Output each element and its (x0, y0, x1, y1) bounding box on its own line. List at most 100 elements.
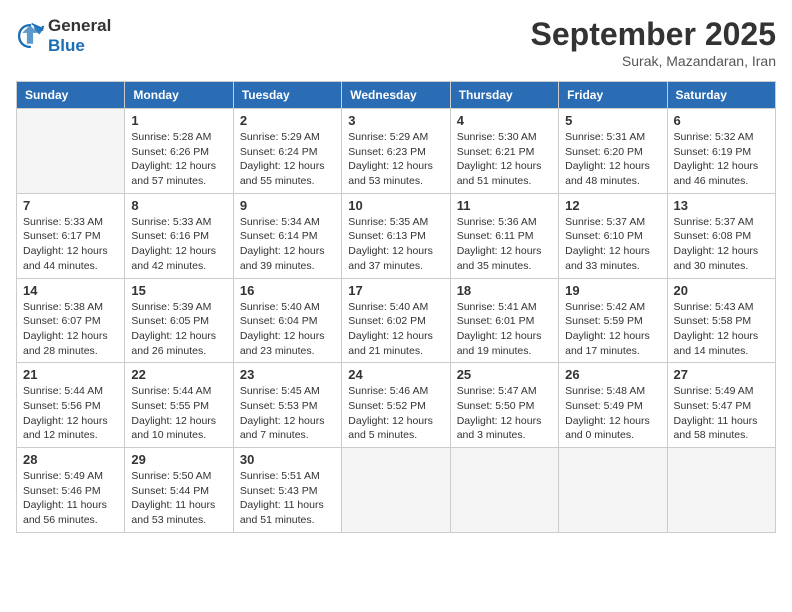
day-number: 25 (457, 367, 552, 382)
day-number: 26 (565, 367, 660, 382)
day-number: 19 (565, 283, 660, 298)
day-number: 1 (131, 113, 226, 128)
calendar-cell: 16 Sunrise: 5:40 AM Sunset: 6:04 PM Dayli… (233, 278, 341, 363)
day-number: 9 (240, 198, 335, 213)
day-info: Sunrise: 5:45 AM Sunset: 5:53 PM Dayligh… (240, 384, 335, 443)
day-number: 6 (674, 113, 769, 128)
calendar-cell: 14 Sunrise: 5:38 AM Sunset: 6:07 PM Dayli… (17, 278, 125, 363)
day-info: Sunrise: 5:31 AM Sunset: 6:20 PM Dayligh… (565, 130, 660, 189)
day-number: 2 (240, 113, 335, 128)
day-info: Sunrise: 5:28 AM Sunset: 6:26 PM Dayligh… (131, 130, 226, 189)
calendar-week-5: 28 Sunrise: 5:49 AM Sunset: 5:46 PM Dayli… (17, 448, 776, 533)
day-number: 3 (348, 113, 443, 128)
day-number: 13 (674, 198, 769, 213)
calendar-cell: 11Sunrise: 5:36 AM Sunset: 6:11 PM Dayli… (450, 193, 558, 278)
day-info: Sunrise: 5:30 AM Sunset: 6:21 PM Dayligh… (457, 130, 552, 189)
logo-icon (16, 22, 44, 50)
day-number: 18 (457, 283, 552, 298)
day-info: Sunrise: 5:43 AM Sunset: 5:58 PM Dayligh… (674, 300, 769, 359)
day-info: Sunrise: 5:49 AM Sunset: 5:46 PM Dayligh… (23, 469, 118, 528)
title-block: September 2025 Surak, Mazandaran, Iran (531, 16, 776, 69)
calendar-cell: 28 Sunrise: 5:49 AM Sunset: 5:46 PM Dayli… (17, 448, 125, 533)
calendar-cell: 8 Sunrise: 5:33 AM Sunset: 6:16 PM Daylig… (125, 193, 233, 278)
day-info: Sunrise: 5:51 AM Sunset: 5:43 PM Dayligh… (240, 469, 335, 528)
calendar-cell: 18 Sunrise: 5:41 AM Sunset: 6:01 PM Dayli… (450, 278, 558, 363)
location-subtitle: Surak, Mazandaran, Iran (531, 53, 776, 69)
weekday-header-friday: Friday (559, 82, 667, 109)
day-info: Sunrise: 5:47 AM Sunset: 5:50 PM Dayligh… (457, 384, 552, 443)
day-number: 8 (131, 198, 226, 213)
day-number: 21 (23, 367, 118, 382)
weekday-header-saturday: Saturday (667, 82, 775, 109)
day-info: Sunrise: 5:49 AM Sunset: 5:47 PM Dayligh… (674, 384, 769, 443)
day-info: Sunrise: 5:38 AM Sunset: 6:07 PM Dayligh… (23, 300, 118, 359)
day-number: 5 (565, 113, 660, 128)
calendar-week-4: 21Sunrise: 5:44 AM Sunset: 5:56 PM Dayli… (17, 363, 776, 448)
calendar-cell: 19 Sunrise: 5:42 AM Sunset: 5:59 PM Dayli… (559, 278, 667, 363)
calendar-cell: 10 Sunrise: 5:35 AM Sunset: 6:13 PM Dayli… (342, 193, 450, 278)
day-info: Sunrise: 5:46 AM Sunset: 5:52 PM Dayligh… (348, 384, 443, 443)
logo: General Blue (16, 16, 111, 57)
calendar-cell: 26Sunrise: 5:48 AM Sunset: 5:49 PM Dayli… (559, 363, 667, 448)
day-info: Sunrise: 5:50 AM Sunset: 5:44 PM Dayligh… (131, 469, 226, 528)
day-info: Sunrise: 5:34 AM Sunset: 6:14 PM Dayligh… (240, 215, 335, 274)
calendar-cell: 27 Sunrise: 5:49 AM Sunset: 5:47 PM Dayli… (667, 363, 775, 448)
calendar-cell: 22Sunrise: 5:44 AM Sunset: 5:55 PM Dayli… (125, 363, 233, 448)
weekday-header-thursday: Thursday (450, 82, 558, 109)
day-number: 17 (348, 283, 443, 298)
calendar-cell: 12 Sunrise: 5:37 AM Sunset: 6:10 PM Dayli… (559, 193, 667, 278)
calendar-cell: 9 Sunrise: 5:34 AM Sunset: 6:14 PM Daylig… (233, 193, 341, 278)
day-number: 27 (674, 367, 769, 382)
day-info: Sunrise: 5:41 AM Sunset: 6:01 PM Dayligh… (457, 300, 552, 359)
day-number: 11 (457, 198, 552, 213)
day-number: 10 (348, 198, 443, 213)
calendar-cell: 30 Sunrise: 5:51 AM Sunset: 5:43 PM Dayli… (233, 448, 341, 533)
day-info: Sunrise: 5:32 AM Sunset: 6:19 PM Dayligh… (674, 130, 769, 189)
day-number: 16 (240, 283, 335, 298)
day-number: 7 (23, 198, 118, 213)
day-number: 20 (674, 283, 769, 298)
day-info: Sunrise: 5:33 AM Sunset: 6:16 PM Dayligh… (131, 215, 226, 274)
page-header: General Blue September 2025 Surak, Mazan… (16, 16, 776, 69)
calendar-cell: 2 Sunrise: 5:29 AM Sunset: 6:24 PM Daylig… (233, 109, 341, 194)
calendar-cell: 7 Sunrise: 5:33 AM Sunset: 6:17 PM Daylig… (17, 193, 125, 278)
day-info: Sunrise: 5:40 AM Sunset: 6:04 PM Dayligh… (240, 300, 335, 359)
calendar-cell: 6 Sunrise: 5:32 AM Sunset: 6:19 PM Daylig… (667, 109, 775, 194)
day-number: 12 (565, 198, 660, 213)
calendar-cell: 17Sunrise: 5:40 AM Sunset: 6:02 PM Dayli… (342, 278, 450, 363)
calendar-week-1: 1 Sunrise: 5:28 AM Sunset: 6:26 PM Daylig… (17, 109, 776, 194)
weekday-header-wednesday: Wednesday (342, 82, 450, 109)
day-info: Sunrise: 5:37 AM Sunset: 6:10 PM Dayligh… (565, 215, 660, 274)
day-info: Sunrise: 5:33 AM Sunset: 6:17 PM Dayligh… (23, 215, 118, 274)
weekday-header-sunday: Sunday (17, 82, 125, 109)
calendar-cell: 24 Sunrise: 5:46 AM Sunset: 5:52 PM Dayli… (342, 363, 450, 448)
day-number: 28 (23, 452, 118, 467)
calendar-cell: 25 Sunrise: 5:47 AM Sunset: 5:50 PM Dayli… (450, 363, 558, 448)
day-number: 24 (348, 367, 443, 382)
calendar-cell: 23Sunrise: 5:45 AM Sunset: 5:53 PM Dayli… (233, 363, 341, 448)
calendar-cell (17, 109, 125, 194)
day-number: 22 (131, 367, 226, 382)
day-info: Sunrise: 5:29 AM Sunset: 6:23 PM Dayligh… (348, 130, 443, 189)
calendar-cell: 13 Sunrise: 5:37 AM Sunset: 6:08 PM Dayli… (667, 193, 775, 278)
day-number: 30 (240, 452, 335, 467)
month-title: September 2025 (531, 16, 776, 53)
day-info: Sunrise: 5:42 AM Sunset: 5:59 PM Dayligh… (565, 300, 660, 359)
weekday-header-row: SundayMondayTuesdayWednesdayThursdayFrid… (17, 82, 776, 109)
day-info: Sunrise: 5:37 AM Sunset: 6:08 PM Dayligh… (674, 215, 769, 274)
calendar-week-3: 14 Sunrise: 5:38 AM Sunset: 6:07 PM Dayli… (17, 278, 776, 363)
day-info: Sunrise: 5:35 AM Sunset: 6:13 PM Dayligh… (348, 215, 443, 274)
day-number: 14 (23, 283, 118, 298)
calendar-cell: 15Sunrise: 5:39 AM Sunset: 6:05 PM Dayli… (125, 278, 233, 363)
day-info: Sunrise: 5:39 AM Sunset: 6:05 PM Dayligh… (131, 300, 226, 359)
day-number: 4 (457, 113, 552, 128)
calendar-cell: 1 Sunrise: 5:28 AM Sunset: 6:26 PM Daylig… (125, 109, 233, 194)
day-info: Sunrise: 5:29 AM Sunset: 6:24 PM Dayligh… (240, 130, 335, 189)
calendar-cell (450, 448, 558, 533)
calendar-cell: 29Sunrise: 5:50 AM Sunset: 5:44 PM Dayli… (125, 448, 233, 533)
calendar-cell: 5 Sunrise: 5:31 AM Sunset: 6:20 PM Daylig… (559, 109, 667, 194)
calendar-cell: 21Sunrise: 5:44 AM Sunset: 5:56 PM Dayli… (17, 363, 125, 448)
weekday-header-monday: Monday (125, 82, 233, 109)
calendar-cell: 4 Sunrise: 5:30 AM Sunset: 6:21 PM Daylig… (450, 109, 558, 194)
calendar-cell (667, 448, 775, 533)
